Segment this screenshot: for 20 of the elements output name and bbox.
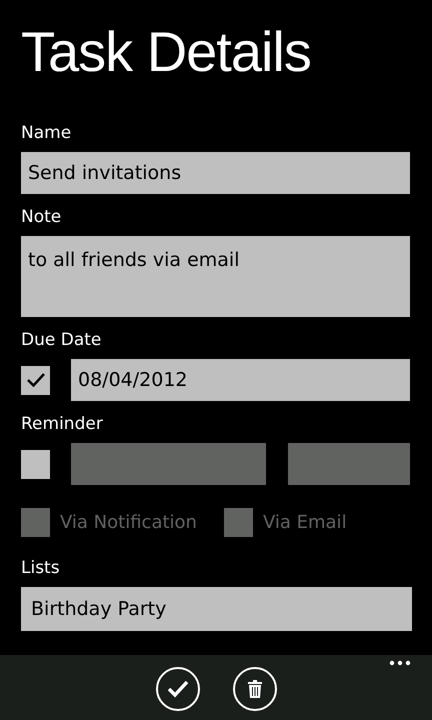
checkbox[interactable] <box>21 366 50 394</box>
name-field[interactable]: Send invitations <box>21 152 410 194</box>
note-field[interactable]: to all friends via email <box>21 236 410 317</box>
field-label: Reminder <box>21 413 104 435</box>
checkmark-icon <box>26 372 46 388</box>
reminder-time-field[interactable] <box>288 443 410 485</box>
field-label: Note <box>21 206 62 228</box>
trash-icon <box>248 680 262 698</box>
checkmark-icon <box>166 680 188 698</box>
save-button[interactable] <box>156 667 200 711</box>
date-field[interactable]: 08/04/2012 <box>71 359 410 401</box>
field-label: Lists <box>21 557 61 579</box>
option-label: Via Email <box>262 511 347 535</box>
list-picker[interactable]: Birthday Party <box>21 587 412 631</box>
page-title: Task Details <box>21 20 312 84</box>
delete-button[interactable] <box>232 667 276 711</box>
option-label: Via Notification <box>60 511 197 535</box>
field-label: Name <box>21 122 72 144</box>
field-label: Due Date <box>21 329 102 351</box>
more-icon[interactable] <box>389 660 411 666</box>
